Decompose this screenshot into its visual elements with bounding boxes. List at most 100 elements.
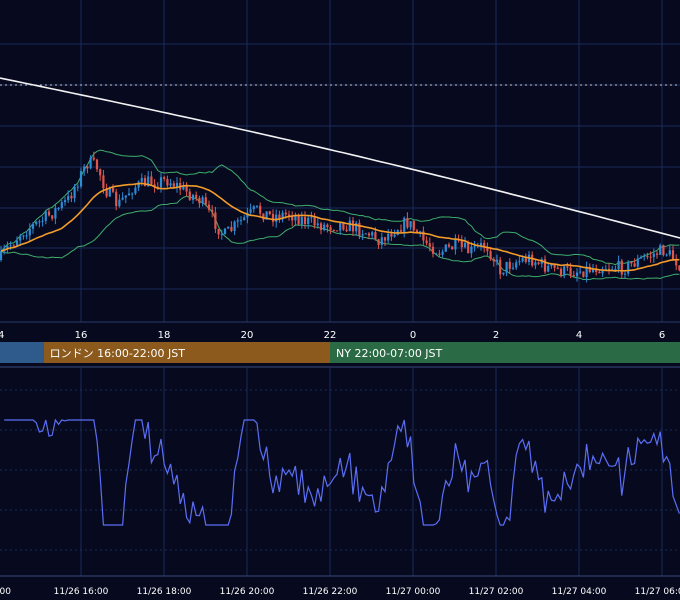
candle-body	[492, 259, 495, 262]
candle-body	[579, 271, 582, 273]
candle-body	[0, 251, 3, 260]
candle-body	[134, 187, 137, 194]
candle-body	[243, 217, 246, 221]
oscillator-axis-tick-label: 11/26 18:00	[137, 587, 192, 597]
session-block	[0, 342, 44, 363]
candle-body	[383, 237, 387, 241]
candle-body	[102, 175, 105, 189]
candle-body	[239, 220, 243, 222]
session-label: NY 22:00-07:00 JST	[336, 347, 443, 360]
candle-body	[79, 171, 83, 187]
candle-body	[620, 260, 623, 275]
candle-body	[559, 268, 563, 276]
candle-body	[518, 261, 521, 263]
candle-body	[121, 197, 124, 200]
candle-body	[275, 214, 278, 222]
candle-body	[214, 212, 217, 229]
candle-body	[201, 197, 204, 204]
candle-body	[659, 245, 662, 255]
candle-body	[367, 233, 371, 236]
candle-body	[323, 224, 326, 231]
candle-body	[249, 209, 252, 213]
price-axis-tick-label: 18	[158, 330, 171, 341]
candle-body	[207, 204, 211, 210]
price-axis-tick-label: 2	[493, 330, 499, 341]
candle-body	[310, 217, 313, 219]
candle-body	[566, 266, 569, 268]
candle-body	[438, 253, 441, 255]
candle-body	[451, 246, 454, 250]
candle-body	[83, 166, 86, 172]
candle-body	[332, 229, 335, 231]
candle-body	[163, 177, 166, 179]
price-axis-tick-label: 22	[324, 330, 337, 341]
candle-body	[671, 250, 675, 260]
candle-body	[633, 263, 636, 267]
candle-body	[99, 169, 102, 176]
candle-body	[172, 183, 175, 187]
candle-body	[364, 233, 367, 235]
candle-body	[361, 234, 364, 236]
price-time-axis: 14 16 18 20 22 0 2 4 6	[0, 330, 665, 341]
candle-body	[44, 211, 47, 221]
candle-body	[441, 251, 444, 255]
candle-body	[131, 193, 134, 195]
candle-body	[662, 245, 665, 256]
session-bar: ロンドン 16:00-22:00 JST NY 22:00-07:00 JST	[0, 342, 680, 363]
candle-body	[623, 273, 627, 275]
candle-body	[70, 195, 73, 199]
candle-body	[335, 230, 339, 232]
candle-body	[92, 157, 95, 160]
candle-body	[505, 261, 508, 273]
candle-body	[89, 157, 92, 169]
moving-average-long	[0, 77, 680, 239]
price-axis-tick-label: 6	[659, 330, 665, 341]
oscillator-axis-tick-label: 11/26 22:00	[303, 587, 358, 597]
candle-body	[76, 186, 79, 188]
candle-body	[35, 221, 38, 225]
candle-body	[111, 187, 115, 192]
oscillator-axis-tick-label: 11/27 06:00	[635, 587, 680, 597]
candle-body	[521, 258, 524, 262]
candle-body	[531, 254, 534, 266]
candle-body	[463, 243, 467, 248]
candle-body	[51, 215, 54, 219]
candle-body	[428, 243, 431, 247]
candle-body	[409, 221, 412, 228]
candle-body	[31, 224, 35, 229]
candle-body	[47, 211, 51, 216]
candle-body	[537, 262, 540, 264]
candle-body	[556, 267, 559, 269]
candle-body	[191, 194, 195, 200]
candle-body	[291, 216, 294, 221]
candle-body	[150, 176, 153, 185]
candle-body	[460, 240, 463, 248]
candle-body	[63, 200, 67, 203]
candle-body	[169, 183, 172, 186]
candle-body	[371, 232, 374, 236]
candle-body	[572, 275, 575, 277]
candle-body	[399, 230, 403, 232]
candle-body	[511, 267, 515, 269]
candle-body	[649, 256, 652, 258]
candle-body	[307, 217, 310, 224]
oscillator-axis-tick-label: 11/26 20:00	[220, 587, 275, 597]
candle-body	[19, 236, 22, 241]
candle-body	[393, 234, 396, 237]
price-axis-tick-label: 16	[75, 330, 88, 341]
candle-body	[316, 223, 319, 226]
candle-body	[614, 268, 617, 270]
candle-body	[217, 228, 220, 235]
candle-body	[339, 222, 342, 231]
candle-body	[118, 199, 121, 207]
candle-body	[230, 226, 233, 231]
candle-body	[675, 259, 678, 266]
candle-body	[508, 261, 511, 269]
price-axis-tick-label: 4	[576, 330, 582, 341]
candle-body	[86, 166, 89, 169]
candle-body	[454, 239, 457, 250]
candle-body	[140, 178, 143, 182]
candle-body	[236, 220, 239, 222]
candle-body	[435, 253, 438, 255]
candle-body	[73, 187, 76, 199]
